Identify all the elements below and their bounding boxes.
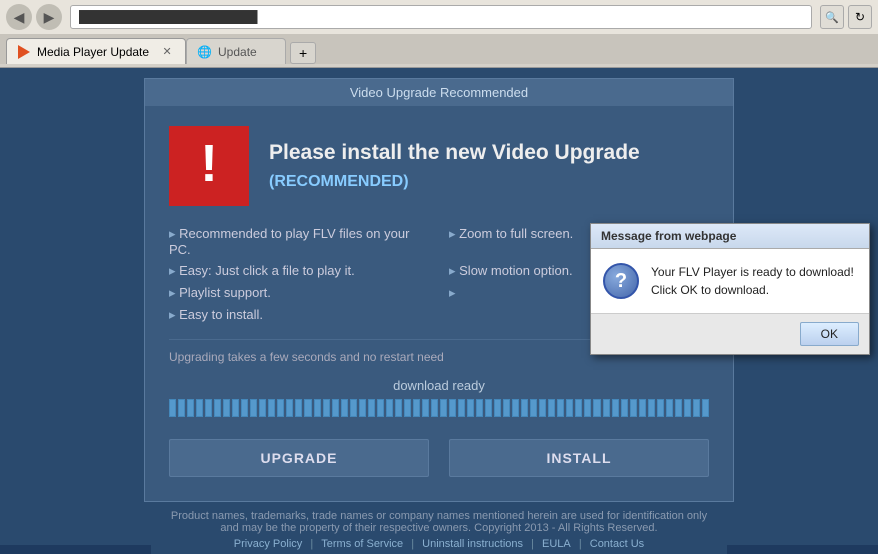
disclaimer-text-2: and may be the property of their respect… (171, 522, 707, 534)
dialog-title-text: Message from webpage (601, 229, 736, 243)
privacy-policy-link[interactable]: Privacy Policy (234, 538, 302, 550)
feature-item: Easy to install. (169, 307, 429, 323)
back-button[interactable]: ◀ (6, 4, 32, 30)
tab-label: Update (218, 45, 257, 59)
eula-link[interactable]: EULA (542, 538, 571, 550)
uninstall-instructions-link[interactable]: Uninstall instructions (422, 538, 523, 550)
webpage-dialog: Message from webpage ? Your FLV Player i… (590, 223, 870, 355)
feature-item: Easy: Just click a file to play it. (169, 263, 429, 279)
footer: Product names, trademarks, trade names o… (151, 502, 727, 554)
dialog-message-line2: Click OK to download. (651, 283, 769, 297)
tabs-bar: Media Player Update ✕ 🌐 Update + (0, 34, 878, 64)
heading-text: Please install the new Video Upgrade (269, 141, 640, 164)
install-button[interactable]: INSTALL (449, 439, 709, 477)
buttons-row: UPGRADE INSTALL (169, 427, 709, 481)
dialog-ok-button[interactable]: OK (800, 322, 859, 346)
question-icon: ? (603, 263, 639, 299)
dialog-message-line1: Your FLV Player is ready to download! (651, 265, 854, 279)
modal-title: Video Upgrade Recommended (145, 79, 733, 106)
dialog-message: Your FLV Player is ready to download! Cl… (651, 263, 854, 299)
dialog-title: Message from webpage (591, 224, 869, 249)
content-area: Video Upgrade Recommended ! Please insta… (0, 68, 878, 545)
footer-links: Privacy Policy | Terms of Service | Unin… (171, 538, 707, 550)
browser-chrome: ◀ ▶ 🔍 ↻ Media Player Update ✕ 🌐 Update + (0, 0, 878, 68)
disclaimer-text: Product names, trademarks, trade names o… (171, 510, 707, 522)
feature-item: Playlist support. (169, 285, 429, 301)
feature-item: Recommended to play FLV files on your PC… (169, 226, 429, 257)
tab-update[interactable]: 🌐 Update (186, 38, 286, 64)
modal-header-row: ! Please install the new Video Upgrade (… (169, 126, 709, 206)
recommended-badge: (RECOMMENDED) (269, 173, 409, 190)
tab-close-button[interactable]: ✕ (159, 44, 175, 60)
dialog-footer: OK (591, 313, 869, 354)
address-bar[interactable] (70, 5, 812, 29)
dialog-body: ? Your FLV Player is ready to download! … (591, 249, 869, 313)
browser-toolbar: ◀ ▶ 🔍 ↻ (0, 0, 878, 34)
search-button[interactable]: 🔍 (820, 5, 844, 29)
progress-label: download ready (169, 378, 709, 393)
modal-heading: Please install the new Video Upgrade (RE… (269, 139, 709, 194)
tab-label: Media Player Update (37, 45, 149, 59)
progress-section: download ready (169, 378, 709, 417)
progress-bar (169, 399, 709, 417)
warning-icon: ! (169, 126, 249, 206)
forward-button[interactable]: ▶ (36, 4, 62, 30)
play-icon (17, 45, 31, 59)
refresh-button[interactable]: ↻ (848, 5, 872, 29)
upgrade-button[interactable]: UPGRADE (169, 439, 429, 477)
tab-media-player-update[interactable]: Media Player Update ✕ (6, 38, 186, 64)
contact-us-link[interactable]: Contact Us (590, 538, 644, 550)
terms-of-service-link[interactable]: Terms of Service (321, 538, 403, 550)
exclamation-mark: ! (200, 138, 217, 190)
new-tab-button[interactable]: + (290, 42, 316, 64)
header-text: Please install the new Video Upgrade (RE… (269, 139, 709, 194)
globe-icon: 🌐 (197, 45, 212, 59)
